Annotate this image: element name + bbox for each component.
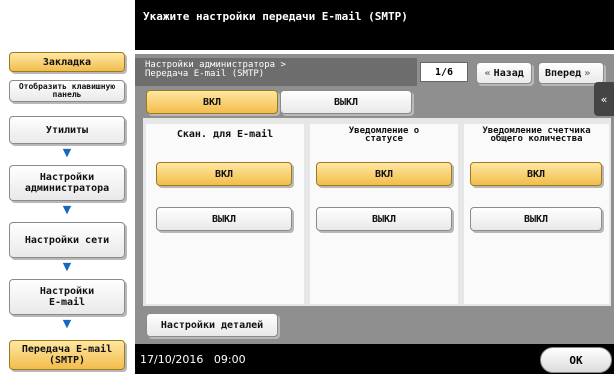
email-settings-button[interactable]: Настройки E-mail (9, 279, 125, 315)
show-keypad-button[interactable]: Отобразить клавишную панель (9, 80, 125, 102)
page-indicator: 1/6 (420, 62, 468, 82)
scan-email-off-button[interactable]: ВЫКЛ (156, 207, 292, 231)
breadcrumb-text: Настройки администратора > Передача E-mai… (145, 60, 286, 79)
back-label: Назад (493, 67, 524, 79)
next-label: Вперед (545, 67, 582, 79)
next-button[interactable]: Вперед » (538, 62, 604, 84)
down-arrow-icon: ▼ (62, 146, 72, 159)
status-notification-on-button[interactable]: ВКЛ (316, 162, 452, 186)
date-time: 17/10/2016 09:00 (140, 353, 246, 366)
counter-notification-on-button[interactable]: ВКЛ (470, 162, 602, 186)
main-off-button[interactable]: ВЫКЛ (280, 90, 412, 114)
page-title: Укажите настройки передачи E-mail (SMTP) (143, 10, 408, 23)
column-title: Скан. для E-mail (176, 129, 274, 140)
counter-notification-off-button[interactable]: ВЫКЛ (470, 207, 602, 231)
scan-email-on-button[interactable]: ВКЛ (156, 162, 292, 186)
utilities-button[interactable]: Утилиты (9, 116, 125, 144)
collapse-panel-tab[interactable]: « (594, 82, 614, 116)
ok-button[interactable]: OK (540, 347, 612, 373)
email-smtp-button[interactable]: Передача E-mail (SMTP) (9, 340, 125, 370)
network-settings-button[interactable]: Настройки сети (9, 222, 125, 258)
column-title: Уведомление о статусе (348, 126, 420, 144)
column-title: Уведомление счетчика общего количества (482, 126, 591, 144)
back-button[interactable]: « Назад (476, 62, 532, 84)
title-bar: Укажите настройки передачи E-mail (SMTP) (135, 0, 614, 50)
double-left-arrow-icon: « (484, 67, 491, 79)
down-arrow-icon: ▼ (62, 260, 72, 273)
detail-settings-button[interactable]: Настройки деталей (146, 313, 278, 337)
breadcrumb: Настройки администратора > Передача E-mai… (135, 58, 417, 86)
bookmark-button[interactable]: Закладка (9, 52, 125, 72)
status-notification-off-button[interactable]: ВЫКЛ (316, 207, 452, 231)
double-right-arrow-icon: » (584, 67, 591, 79)
down-arrow-icon: ▼ (62, 317, 72, 330)
main-on-button[interactable]: ВКЛ (146, 90, 278, 114)
admin-settings-button[interactable]: Настройки администратора (9, 165, 125, 201)
double-left-arrow-icon: « (600, 92, 608, 106)
down-arrow-icon: ▼ (62, 203, 72, 216)
